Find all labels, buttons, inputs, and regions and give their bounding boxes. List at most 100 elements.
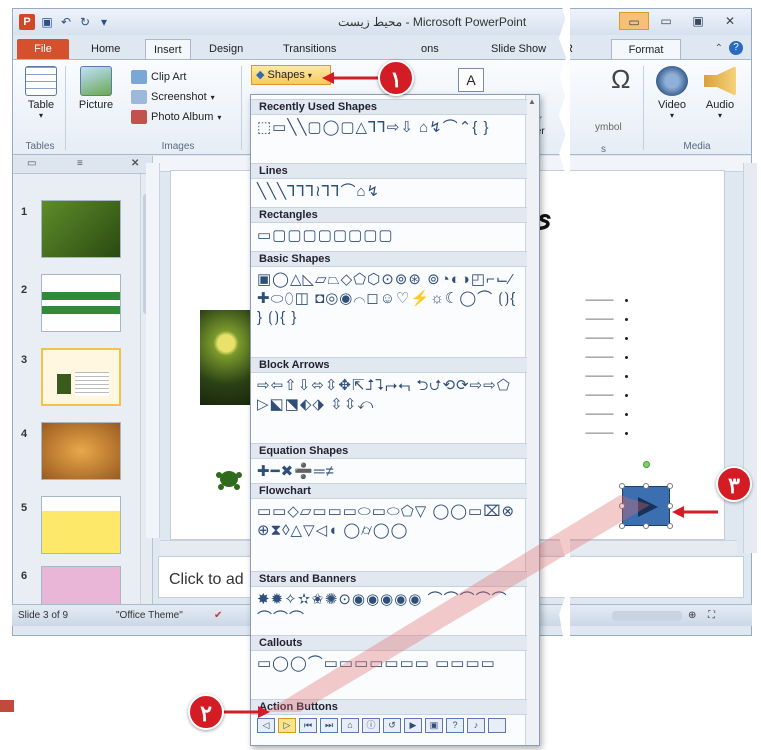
slides-tab-icon[interactable]: ▭ xyxy=(27,158,36,169)
video-label: Video xyxy=(658,99,686,111)
resize-handle[interactable] xyxy=(667,523,673,529)
window-controls: ▭ ▭ ▣ ✕ xyxy=(619,12,745,30)
shape-grid[interactable]: ✸✹✧✫✬✺⊙◉◉◉◉◉ ⌒⌒⌒⌒⌒⌒⌒⌒ xyxy=(251,587,527,631)
clipart-button[interactable]: Clip Art xyxy=(131,68,186,86)
clipart-label: Clip Art xyxy=(151,71,187,83)
redo-icon[interactable]: ↻ xyxy=(78,15,92,29)
shape-grid[interactable]: ╲╲╲⅂⅂⅂≀⅂⅂⌒⌂↯ xyxy=(251,179,527,204)
action-button-information[interactable]: ⓘ xyxy=(362,718,380,733)
tab-insert[interactable]: Insert xyxy=(145,39,191,59)
slide-thumbnail-5[interactable] xyxy=(41,496,121,554)
action-button-movie[interactable]: ▶ xyxy=(404,718,422,733)
omega-symbol-icon[interactable]: Ω xyxy=(611,64,630,95)
chevron-down-icon: ▾ xyxy=(669,111,674,120)
resize-handle[interactable] xyxy=(643,523,649,529)
zoom-in-icon[interactable]: ⊕ xyxy=(688,610,696,621)
action-button-back[interactable]: ◁ xyxy=(257,718,275,733)
slide-bullet-list[interactable]: ------------ ------------ ------------ -… xyxy=(585,295,628,447)
customize-qa-icon[interactable]: ▾ xyxy=(97,15,111,29)
photo-album-button[interactable]: Photo Album ▾ xyxy=(131,108,221,126)
tab-home[interactable]: Home xyxy=(83,39,128,59)
minimize-button[interactable]: ▭ xyxy=(651,12,681,30)
audio-button[interactable]: Audio ▾ xyxy=(697,66,743,120)
tab-design[interactable]: Design xyxy=(201,39,251,59)
action-button-end[interactable]: ⏭ xyxy=(320,718,338,733)
action-button-home[interactable]: ⌂ xyxy=(341,718,359,733)
gallery-section-callouts: Callouts ▭◯◯⌒▭▭▭▭▭▭▭ ▭▭▭▭ xyxy=(251,635,527,676)
tab-file[interactable]: File xyxy=(17,39,69,59)
fit-slide-icon[interactable]: ⛶ xyxy=(708,610,715,621)
zoom-slider[interactable] xyxy=(612,611,682,621)
audio-label: Audio xyxy=(705,99,735,111)
action-button-document[interactable]: ▣ xyxy=(425,718,443,733)
tab-animations[interactable]: ons xyxy=(413,39,447,59)
section-heading: Equation Shapes xyxy=(251,443,527,459)
action-button-help[interactable]: ? xyxy=(446,718,464,733)
slide-thumbnail-4[interactable] xyxy=(41,422,121,480)
close-pane-icon[interactable]: ✕ xyxy=(131,158,139,169)
shapes-button[interactable]: ◆ Shapes ▾ xyxy=(251,65,331,85)
divider xyxy=(65,66,66,150)
tab-slideshow[interactable]: Slide Show xyxy=(483,39,554,59)
powerpoint-app-icon[interactable]: P xyxy=(19,14,35,30)
action-button-forward[interactable]: ▷ xyxy=(278,718,296,733)
rotation-handle[interactable] xyxy=(643,461,650,468)
slide-number: 2 xyxy=(21,284,28,296)
minimize-icon[interactable]: ▭ xyxy=(619,12,649,30)
film-icon xyxy=(656,66,688,96)
help-icon[interactable]: ? xyxy=(729,41,743,55)
slide-thumbnail-1[interactable] xyxy=(41,200,121,258)
resize-handle[interactable] xyxy=(619,483,625,489)
gallery-section-basic: Basic Shapes ▣◯△◺▱⏢◇⬠⬡⊙⊚⊛ ⊚◔◐◑◰⌐⌙⁄✚⬭⬯◫ ◘… xyxy=(251,251,527,330)
gallery-scrollbar[interactable]: ▲ xyxy=(525,95,539,745)
action-button-return[interactable]: ↺ xyxy=(383,718,401,733)
slide-thumbnail-3[interactable] xyxy=(41,348,121,406)
tab-format[interactable]: Format xyxy=(611,39,681,59)
shape-grid[interactable]: ▭▢▢▢▢▢▢▢▢ xyxy=(251,223,527,248)
screenshot-button[interactable]: Screenshot ▾ xyxy=(131,88,215,106)
turtle-image[interactable] xyxy=(215,465,243,491)
maximize-icon[interactable]: ▣ xyxy=(683,12,713,30)
action-button-custom[interactable] xyxy=(488,718,506,733)
slides-pane: ▭ ≡ ✕ 1 2 3 4 5 6 xyxy=(13,156,153,606)
textbox-icon[interactable]: A xyxy=(458,68,484,92)
picture-button[interactable]: Picture xyxy=(71,66,121,111)
shape-grid[interactable]: ▭◯◯⌒▭▭▭▭▭▭▭ ▭▭▭▭ xyxy=(251,651,527,676)
group-media-label: Media xyxy=(683,141,711,152)
table-icon xyxy=(25,66,57,96)
undo-icon[interactable]: ↶ xyxy=(59,15,73,29)
section-heading: Flowchart xyxy=(251,483,527,499)
shape-grid[interactable]: ✚━✖➗═≠ xyxy=(251,459,527,484)
shape-grid[interactable]: ⬚▭╲╲▢◯▢△⅂⅂⇨⇩ ⌂↯⌒⌃{ } xyxy=(251,115,527,140)
screenshot-icon xyxy=(131,90,147,104)
action-button-sound[interactable]: ♪ xyxy=(467,718,485,733)
video-button[interactable]: Video ▾ xyxy=(649,66,695,120)
group-tables-label: Tables xyxy=(25,141,55,152)
outline-tab-icon[interactable]: ≡ xyxy=(77,158,83,169)
action-button-shape[interactable] xyxy=(622,486,670,526)
slide-thumbnail-2[interactable] xyxy=(41,274,121,332)
slide-thumbnail-6[interactable] xyxy=(41,566,121,606)
save-icon[interactable]: ▣ xyxy=(40,15,54,29)
shape-grid[interactable]: ▭▭◇▱▭▭▭⬭▭⬭⬠▽ ◯◯▭⌧⊗⊕⧗◊△▽◁◖ ◯⌭◯◯ xyxy=(251,499,527,543)
resize-handle[interactable] xyxy=(619,503,625,509)
tab-transitions[interactable]: Transitions xyxy=(275,39,344,59)
table-button[interactable]: Table ▾ xyxy=(19,66,63,120)
minimize-ribbon-icon[interactable]: ⌃ xyxy=(715,43,723,54)
section-heading: Basic Shapes xyxy=(251,251,527,267)
bullet-line: ------------ xyxy=(585,352,628,371)
shape-grid[interactable]: ▣◯△◺▱⏢◇⬠⬡⊙⊚⊛ ⊚◔◐◑◰⌐⌙⁄✚⬭⬯◫ ◘◎◉⌒◻☺♡⚡☼☾◯⌒ ⟮… xyxy=(251,267,527,330)
resize-handle[interactable] xyxy=(643,483,649,489)
divider xyxy=(643,66,644,150)
picture-label: Picture xyxy=(78,99,114,111)
gallery-section-lines: Lines ╲╲╲⅂⅂⅂≀⅂⅂⌒⌂↯ xyxy=(251,163,527,204)
resize-handle[interactable] xyxy=(619,523,625,529)
close-icon[interactable]: ✕ xyxy=(715,12,745,30)
spellcheck-icon[interactable]: ✔ xyxy=(214,610,222,621)
resize-handle[interactable] xyxy=(667,503,673,509)
shape-grid[interactable]: ⇨⇦⇧⇩⬄⇳✥⇱⮥⮧⮣⮢ ⮌⮍⟲⟳⇨⇨⬠▷⬕⬔⬖⬗ ⇳⇳⤺ xyxy=(251,373,527,417)
resize-handle[interactable] xyxy=(667,483,673,489)
scroll-up-icon[interactable]: ▲ xyxy=(528,97,537,106)
gallery-section-equation: Equation Shapes ✚━✖➗═≠ xyxy=(251,443,527,484)
action-button-beginning[interactable]: ⏮ xyxy=(299,718,317,733)
